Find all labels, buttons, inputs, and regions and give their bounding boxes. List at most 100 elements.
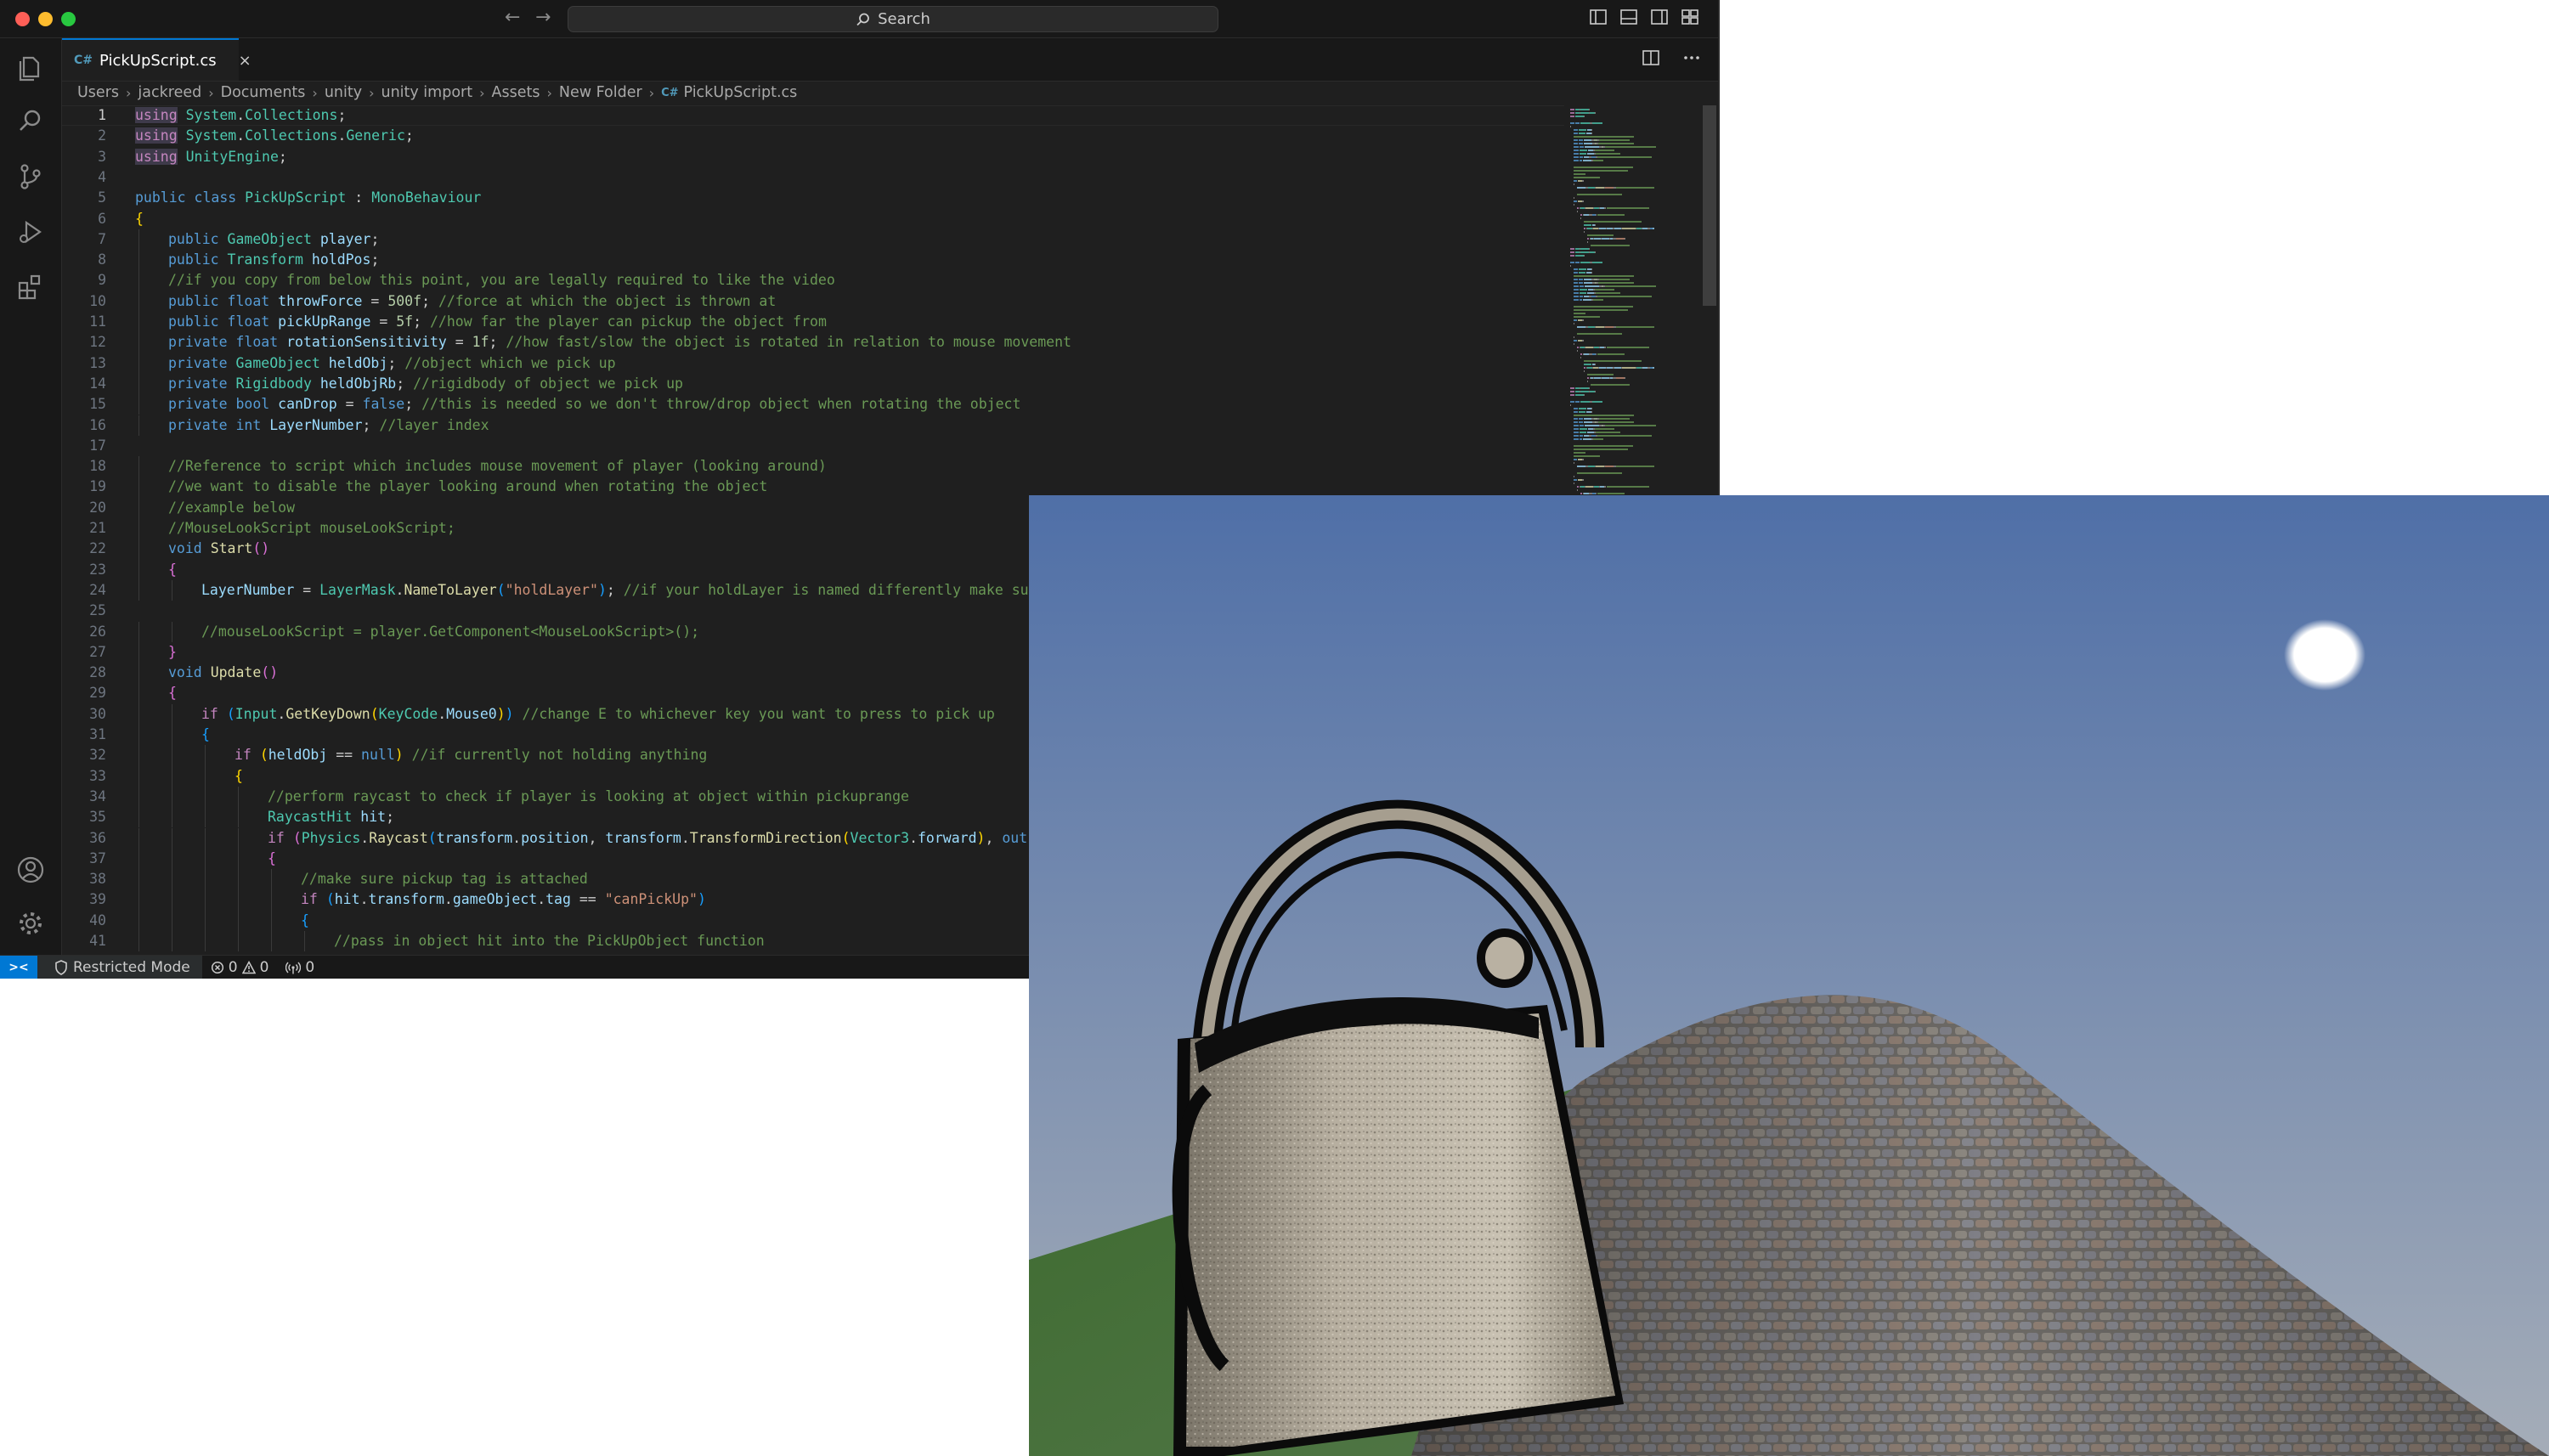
breadcrumb-item[interactable]: PickUpScript.cs: [684, 84, 798, 101]
minimap-line: [1589, 248, 1590, 250]
remote-indicator-icon[interactable]: ><: [0, 956, 37, 979]
split-editor-icon[interactable]: [1642, 48, 1660, 71]
minimap-line: [1596, 466, 1604, 467]
settings-gear-icon[interactable]: [14, 907, 47, 940]
code-token: ): [394, 747, 404, 764]
code-token: null: [361, 747, 395, 764]
code-line[interactable]: 14 private Rigidbody heldObjRb; //rigidbo…: [62, 373, 1564, 395]
code-line[interactable]: 1 using System.Collections;: [62, 105, 1564, 126]
close-tab-icon[interactable]: ×: [239, 52, 252, 70]
minimap-line: [1585, 285, 1599, 287]
minimap-line: [1574, 296, 1579, 297]
code-token: System: [185, 107, 237, 123]
vertical-scrollbar[interactable]: [1703, 105, 1716, 306]
code-line[interactable]: 10 public float throwForce = 500f; //forc…: [62, 291, 1564, 312]
code-line[interactable]: 8 public Transform holdPos;: [62, 250, 1564, 271]
customize-layout-icon[interactable]: [1681, 8, 1699, 26]
code-token: public: [168, 313, 219, 330]
accounts-icon[interactable]: [14, 854, 47, 886]
code-token: if: [235, 747, 252, 764]
code-line[interactable]: 9 //if you copy from below this point, yo…: [62, 270, 1564, 291]
code-line[interactable]: 18 //Reference to script which includes m…: [62, 456, 1564, 477]
code-line[interactable]: 11 public float pickUpRange = 5f; //how f…: [62, 312, 1564, 333]
breadcrumb-item[interactable]: Documents: [221, 84, 306, 101]
code-line[interactable]: 12 private float rotationSensitivity = 1f…: [62, 332, 1564, 353]
code-token: rotationSensitivity: [286, 334, 447, 351]
indent-guide: [138, 518, 139, 539]
indent-guide: [138, 910, 139, 931]
code-text: private int LayerNumber; //layer index: [168, 415, 489, 436]
minimize-window-button[interactable]: [38, 12, 53, 26]
line-number: 10: [89, 292, 106, 309]
indent-guide: [138, 579, 139, 601]
minimap-line: [1582, 340, 1584, 341]
source-control-icon[interactable]: [14, 161, 47, 193]
code-line[interactable]: 13 private GameObject heldObj; //object w…: [62, 353, 1564, 374]
toggle-panel-icon[interactable]: [1619, 8, 1638, 26]
minimap-line: [1584, 116, 1585, 117]
minimap-line: [1570, 116, 1574, 117]
problems-item[interactable]: 0 0: [202, 959, 278, 976]
minimap-line: [1575, 262, 1580, 263]
minimap-line: [1605, 347, 1606, 348]
explorer-icon[interactable]: [14, 50, 47, 82]
command-center-search[interactable]: Search: [568, 6, 1218, 32]
code-token: {: [168, 685, 177, 702]
ports-item[interactable]: 0: [277, 959, 323, 976]
code-token: //if your holdLayer is named differently…: [623, 581, 1046, 598]
code-line[interactable]: 15 private bool canDrop = false; //this i…: [62, 394, 1564, 415]
code-line[interactable]: 6{: [62, 209, 1564, 229]
toggle-secondary-sidebar-icon[interactable]: [1650, 8, 1669, 26]
minimap-line: [1582, 180, 1584, 182]
code-token: private: [168, 375, 228, 392]
code-token: ==: [327, 747, 362, 764]
indent-guide: [238, 910, 239, 931]
search-view-icon[interactable]: [14, 105, 47, 138]
minimap-line: [1579, 421, 1583, 423]
minimap-line: [1580, 262, 1590, 263]
back-arrow-icon[interactable]: ←: [505, 7, 520, 28]
breadcrumb-item[interactable]: New Folder: [559, 84, 642, 101]
game-view-window[interactable]: [1029, 495, 2549, 1456]
more-actions-icon[interactable]: [1682, 48, 1701, 71]
code-text: //make sure pickup tag is attached: [301, 869, 588, 889]
code-line[interactable]: 3 using UnityEngine;: [62, 147, 1564, 167]
code-line[interactable]: 4: [62, 167, 1564, 188]
sun: [2284, 619, 2365, 691]
close-window-button[interactable]: [15, 12, 30, 26]
minimap-line: [1580, 112, 1589, 114]
breadcrumb-item[interactable]: Users: [77, 84, 119, 101]
code-line[interactable]: 5 public class PickUpScript : MonoBehavio…: [62, 188, 1564, 208]
minimap-line: [1574, 411, 1578, 413]
tab-pickupscript[interactable]: C# PickUpScript.cs ×: [62, 38, 252, 81]
indent-guide: [138, 291, 139, 312]
toggle-primary-sidebar-icon[interactable]: [1589, 8, 1608, 26]
code-line[interactable]: 7 public GameObject player;: [62, 229, 1564, 251]
maximize-window-button[interactable]: [61, 12, 76, 26]
run-and-debug-icon[interactable]: [14, 216, 47, 248]
extensions-icon[interactable]: [14, 271, 47, 303]
breadcrumb-item[interactable]: Assets: [492, 84, 540, 101]
code-token: Raycast: [369, 829, 428, 846]
code-token: Start: [210, 540, 253, 557]
code-token: hit: [334, 891, 360, 908]
minimap-line: [1580, 425, 1584, 426]
code-text: //we want to disable the player looking …: [168, 477, 767, 497]
code-line[interactable]: 2 using System.Collections.Generic;: [62, 126, 1564, 146]
restricted-mode-item[interactable]: Restricted Mode: [37, 956, 202, 979]
minimap-line: [1587, 377, 1589, 379]
code-token: ;: [370, 230, 380, 247]
code-line[interactable]: 16 private int LayerNumber; //layer index: [62, 415, 1564, 436]
forward-arrow-icon[interactable]: →: [535, 7, 551, 28]
code-line[interactable]: 17: [62, 436, 1564, 456]
indent-guide: [138, 332, 139, 353]
minimap-line: [1588, 326, 1595, 328]
minimap-line: [1599, 139, 1630, 141]
breadcrumb-item[interactable]: unity import: [381, 84, 472, 101]
breadcrumb-item[interactable]: unity: [325, 84, 362, 101]
breadcrumb-item[interactable]: jackreed: [138, 84, 201, 101]
